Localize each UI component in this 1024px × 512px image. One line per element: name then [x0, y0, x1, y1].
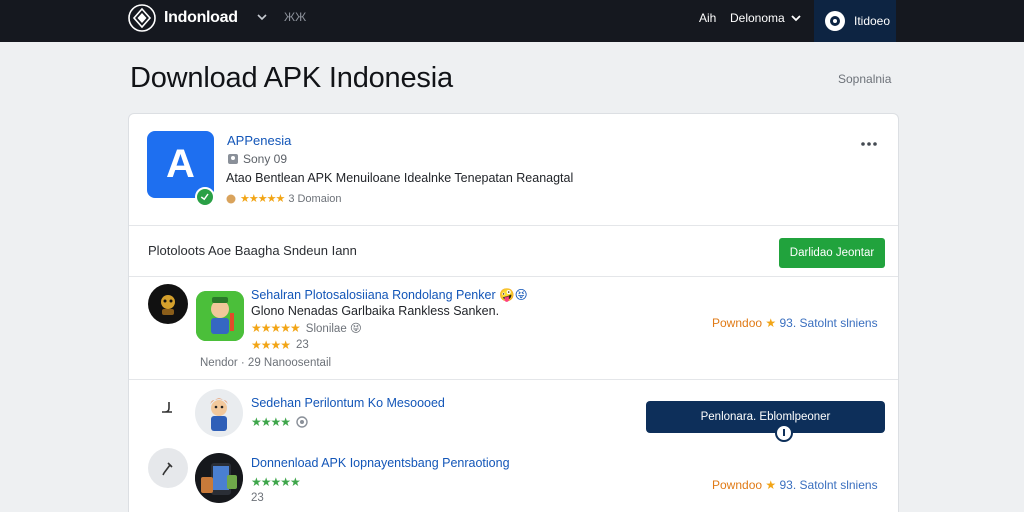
- chevron-down-icon[interactable]: [256, 11, 268, 23]
- game-character-icon: [196, 291, 244, 341]
- user-menu-label: Itidoeo: [854, 14, 891, 28]
- page-title: Download APK Indonesia: [130, 62, 453, 94]
- row-3-download-count: 93. Satolnt slniens: [779, 478, 878, 492]
- row-2-side-icon[interactable]: [147, 388, 187, 428]
- row-2-app-thumbnail[interactable]: [195, 389, 243, 437]
- row-3-side-icon[interactable]: [148, 448, 188, 488]
- row-1-side-avatar[interactable]: [148, 284, 188, 324]
- user-menu-button[interactable]: Itidoeo: [814, 0, 896, 42]
- row-1-rating-secondary: ★★★★ 23: [251, 338, 309, 352]
- nav-extra-label[interactable]: ЖЖ: [284, 10, 306, 24]
- brand-name: Indonload: [164, 9, 238, 26]
- developer-icon: [228, 154, 238, 164]
- page-aside-link[interactable]: Sopnalnia: [838, 72, 891, 86]
- nav-link-a[interactable]: Aih: [699, 11, 716, 25]
- row-3-title[interactable]: Donnenload APK Iopnayentsbang Penraotion…: [251, 456, 510, 470]
- section-label: Plotoloots Aoe Baagha Sndeun Iann: [148, 243, 357, 258]
- share-arrow-icon: [162, 402, 172, 413]
- app-rating-text: 3 Domaion: [288, 192, 342, 205]
- top-nav-bar: Indonload ЖЖ Aih Delonoma Itidoeo: [0, 0, 1024, 42]
- chevron-down-icon[interactable]: [790, 12, 802, 24]
- row-2-stars: ★★★★: [251, 415, 291, 429]
- row-1-download-stats[interactable]: Powndoo ★ 93. Satolnt slniens: [712, 316, 878, 330]
- user-avatar-icon: [825, 11, 845, 31]
- primary-download-button[interactable]: Darlidao Jeontar: [779, 238, 885, 268]
- row-1-rating: ★★★★★ Slonilae 😝: [251, 321, 362, 335]
- more-options-icon[interactable]: [859, 140, 879, 148]
- app-description: Atao Bentlean APK Menuiloane Idealnke Te…: [226, 171, 574, 185]
- brand[interactable]: Indonload: [128, 4, 238, 32]
- row-1-rating-label: Slonilae 😝: [305, 323, 362, 335]
- verified-check-icon: [195, 187, 215, 207]
- row-1-subtitle: Glono Nenadas Garlbaika Rankless Sanken.: [251, 304, 500, 318]
- download-pin-icon[interactable]: [775, 424, 793, 442]
- cartoon-character-icon: [195, 389, 243, 437]
- row-3-count-row: 23: [251, 492, 264, 504]
- tool-icon: [162, 462, 173, 476]
- phone-screen-icon: [195, 454, 243, 502]
- row-1-download-count: 93. Satolnt slniens: [779, 316, 878, 330]
- app-name[interactable]: APPenesia: [227, 133, 291, 148]
- row-3-count: 23: [251, 492, 264, 504]
- developer-row: Sony 09: [227, 152, 287, 166]
- row-2-title[interactable]: Sedehan Perilontum Ko Mesoooed: [251, 396, 445, 410]
- row-2-action-button[interactable]: Penlonara. Eblomlpeoner: [646, 401, 885, 433]
- divider: [129, 276, 898, 277]
- brand-logo-icon: [128, 4, 156, 32]
- divider: [129, 379, 898, 380]
- row-3-download-stats[interactable]: Powndoo ★ 93. Satolnt slniens: [712, 478, 878, 492]
- row-3-stars: ★★★★★: [251, 475, 301, 489]
- app-rating-row: ★★★★★ 3 Domaion: [226, 192, 342, 205]
- divider: [129, 225, 898, 226]
- character-avatar-icon: [161, 295, 175, 315]
- app-icon-letter: A: [166, 142, 195, 186]
- row-1-title[interactable]: Sehalran Plotosalosiiana Rondolang Penke…: [251, 287, 528, 303]
- row-3-app-thumbnail[interactable]: [195, 453, 243, 503]
- verified-circle-icon: [296, 416, 308, 428]
- star-icon: ★: [765, 478, 777, 492]
- rating-badge-icon: [226, 194, 236, 203]
- row-1-count: 23: [296, 339, 309, 351]
- nav-link-b[interactable]: Delonoma: [730, 11, 785, 25]
- row-1-meta: Nendor · 29 Nanoosentail: [200, 357, 332, 369]
- row-3-rating: ★★★★★: [251, 475, 306, 489]
- row-3-download-label: Powndoo: [712, 478, 763, 492]
- developer-name[interactable]: Sony 09: [243, 152, 287, 166]
- app-rating-stars: ★★★★★: [240, 193, 285, 205]
- star-icon: ★: [765, 316, 777, 330]
- row-1-download-label: Powndoo: [712, 316, 763, 330]
- app-card: A APPenesia Sony 09 Atao Bentlean APK Me…: [128, 113, 899, 512]
- row-1-app-thumbnail[interactable]: [196, 291, 244, 341]
- row-1-stars: ★★★★★: [251, 321, 301, 335]
- row-2-rating: ★★★★: [251, 415, 308, 429]
- row-1-stars-secondary: ★★★★: [251, 338, 291, 352]
